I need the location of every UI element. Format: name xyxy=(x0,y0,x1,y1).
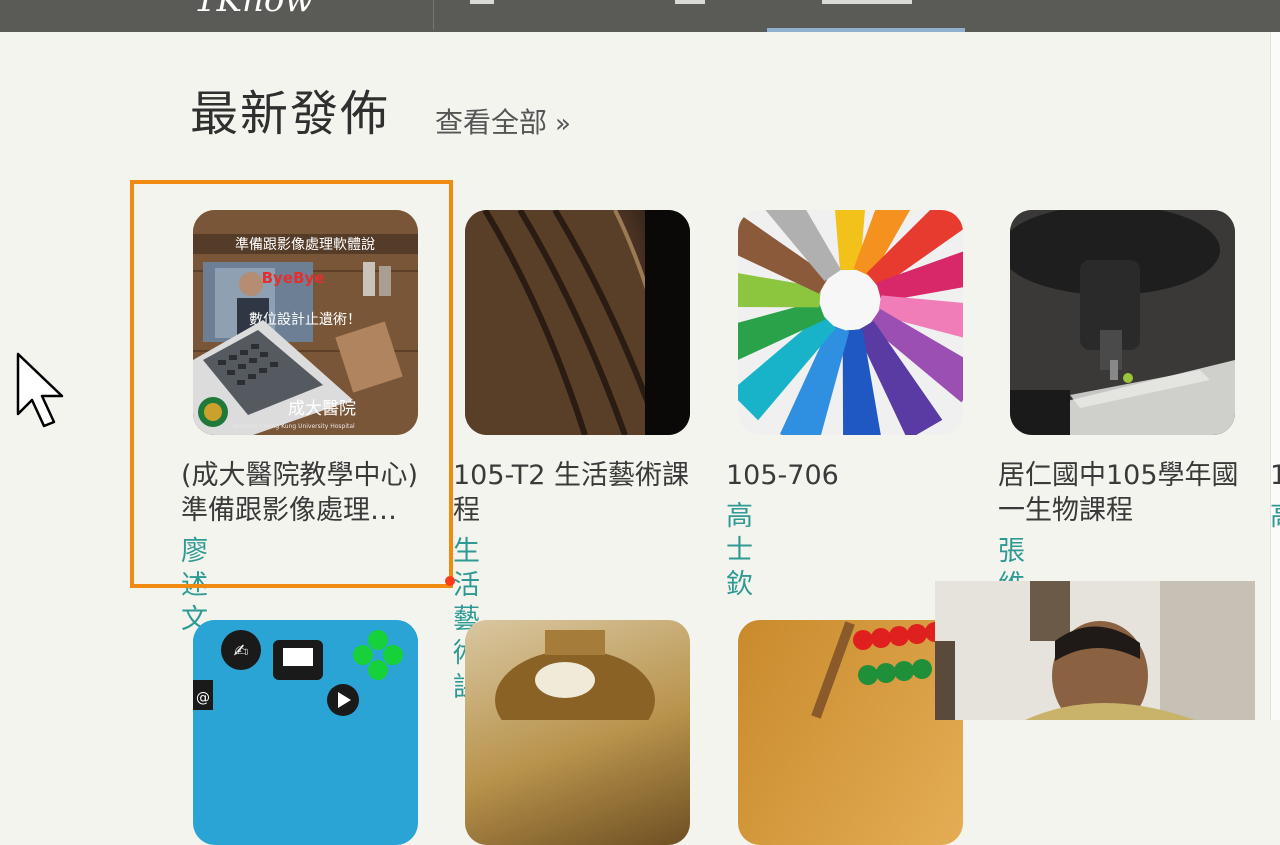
nav-active-indicator xyxy=(767,28,965,32)
thumb-banner-text: 準備跟影像處理軟體說 xyxy=(235,236,375,253)
scrollbar[interactable] xyxy=(1270,32,1280,720)
course-thumbnail-illustration xyxy=(811,621,945,719)
thumb-subtitle-text: National Cheng Kung University Hospital xyxy=(233,423,355,430)
nav-item-2[interactable] xyxy=(675,0,705,4)
section-title: 最新發佈 xyxy=(190,86,391,142)
course-title[interactable]: (成大醫院教學中心)準備跟影像處理… xyxy=(181,458,431,528)
view-all-link[interactable]: 查看全部» xyxy=(435,103,571,144)
course-thumbnail-illustration: 準備跟影像處理軟體說 ByeBye 數位設計止遺術！ 成大醫院 National… xyxy=(193,210,418,435)
course-thumbnail-illustration xyxy=(1010,210,1235,435)
course-thumbnail-illustration xyxy=(738,210,963,435)
site-logo[interactable]: 1Know xyxy=(195,0,405,12)
mouse-cursor-icon xyxy=(16,352,64,428)
course-thumbnail[interactable] xyxy=(738,210,963,435)
thumb-byebye-text: ByeBye xyxy=(262,269,325,287)
double-chevron-right-icon: » xyxy=(555,109,571,139)
course-thumbnail-illustration: ✍ @ xyxy=(193,620,418,720)
course-thumbnail[interactable]: 準備跟影像處理軟體說 ByeBye 數位設計止遺術！ 成大醫院 National… xyxy=(193,210,418,435)
course-thumbnail[interactable] xyxy=(465,620,690,845)
course-title[interactable]: 居仁國中105學年國一生物課程 xyxy=(998,458,1248,528)
top-navbar: 1Know xyxy=(0,0,1280,32)
navbar-divider xyxy=(433,0,434,30)
course-author[interactable]: 高 士欽 xyxy=(726,500,753,602)
course-author[interactable]: 高 xyxy=(1270,500,1280,534)
thumb-logo-text: 成大醫院 xyxy=(288,399,356,419)
nav-item-1[interactable] xyxy=(470,0,494,4)
nav-item-active[interactable] xyxy=(822,0,912,4)
course-thumbnail[interactable] xyxy=(465,210,690,435)
webcam-overlay xyxy=(935,581,1255,720)
svg-text:@: @ xyxy=(196,690,210,706)
course-thumbnail-illustration xyxy=(495,630,655,750)
recording-dot xyxy=(445,576,455,586)
course-title[interactable]: 105-T2 生活藝術課程 xyxy=(453,458,703,528)
view-all-label: 查看全部 xyxy=(435,106,548,139)
svg-text:✍: ✍ xyxy=(233,641,248,662)
course-title[interactable]: 105-706 xyxy=(726,458,976,493)
course-thumbnail[interactable] xyxy=(738,620,963,845)
webcam-feed xyxy=(935,581,1255,720)
course-thumbnail-illustration xyxy=(465,210,690,435)
course-thumbnail[interactable]: ✍ @ xyxy=(193,620,418,845)
course-title[interactable]: 1 xyxy=(1270,458,1280,493)
course-thumbnail[interactable] xyxy=(1010,210,1235,435)
